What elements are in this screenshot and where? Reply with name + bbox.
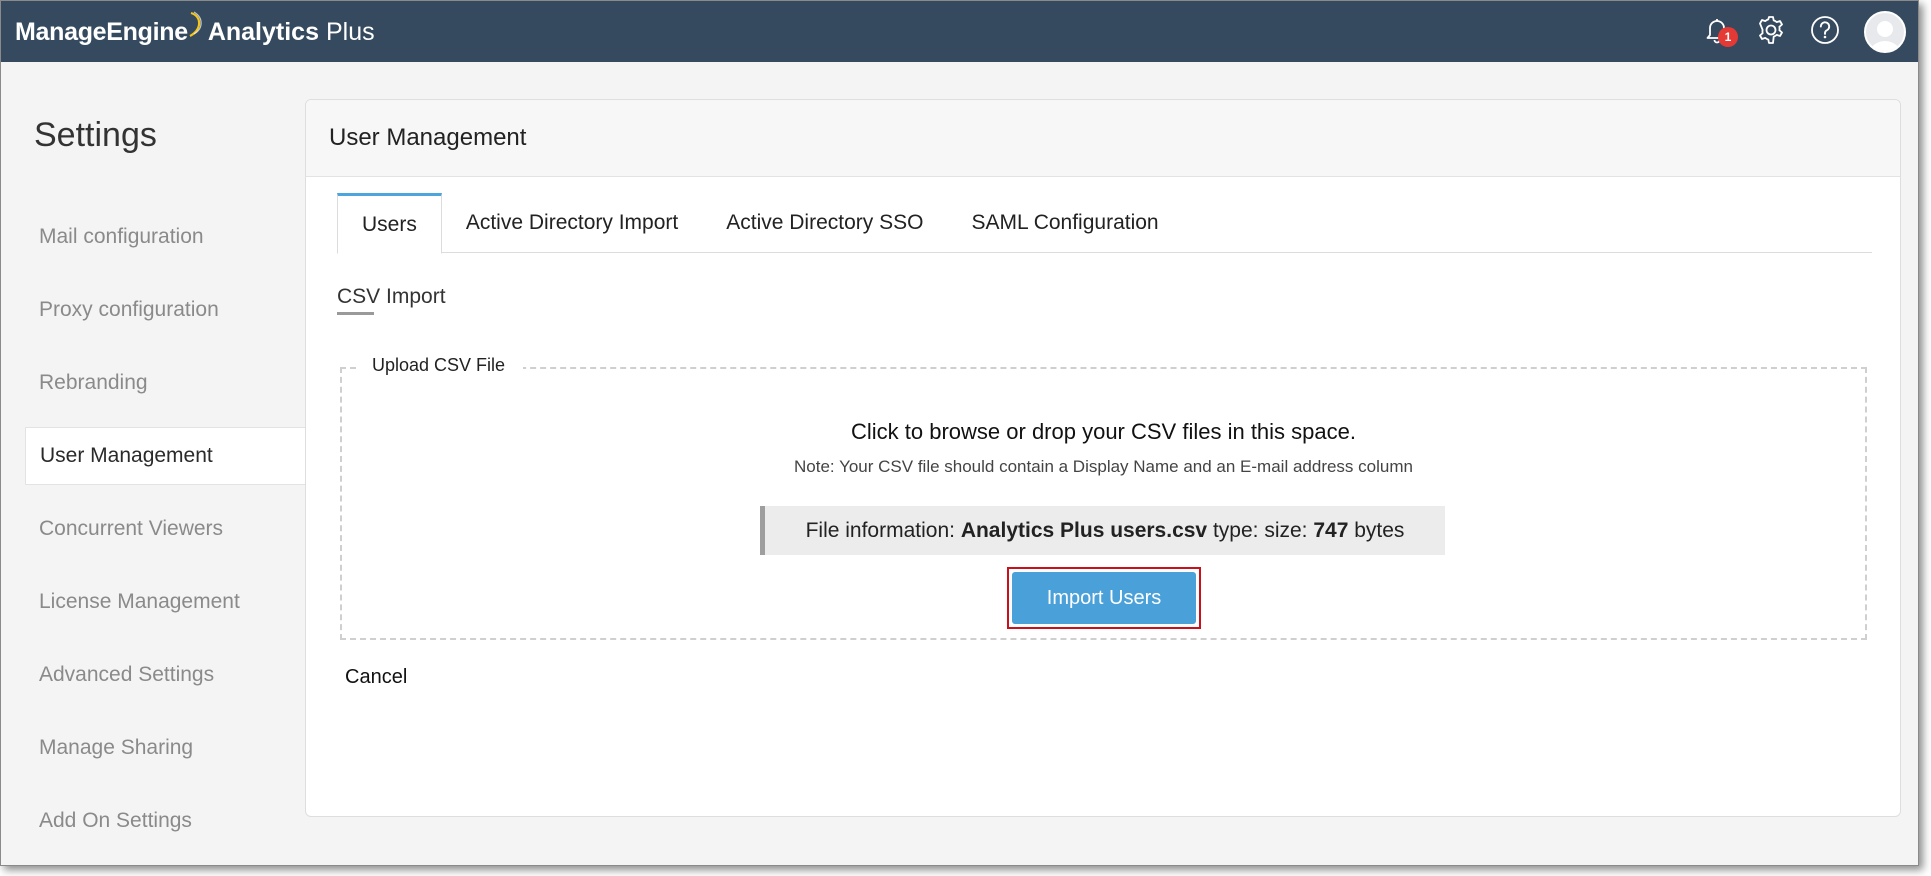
file-size: 747	[1313, 518, 1349, 542]
settings-sidebar: Settings Mail configuration Proxy config…	[1, 62, 305, 865]
page-title: User Management	[306, 100, 1900, 177]
sidebar-item-proxy-configuration[interactable]: Proxy configuration	[25, 281, 305, 339]
upload-instruction: Click to browse or drop your CSV files i…	[851, 419, 1356, 444]
brand-swoosh-icon	[188, 11, 204, 40]
upload-legend: Upload CSV File	[356, 355, 524, 376]
gear-icon	[1755, 14, 1787, 51]
brand-secondary: Analytics	[207, 18, 319, 46]
notification-badge: 1	[1718, 27, 1738, 47]
brand-suffix: Plus	[326, 18, 375, 46]
csv-import-heading: CSV Import	[337, 285, 446, 308]
top-header: ManageEngine Analytics Plus 1	[1, 1, 1918, 62]
app-window: ManageEngine Analytics Plus 1 Settings M…	[0, 0, 1919, 866]
sidebar-item-concurrent-viewers[interactable]: Concurrent Viewers	[25, 500, 305, 558]
sidebar-item-advanced-settings[interactable]: Advanced Settings	[25, 646, 305, 704]
help-icon	[1809, 14, 1841, 51]
file-name: Analytics Plus users.csv	[960, 518, 1208, 542]
tab-active-directory-sso[interactable]: Active Directory SSO	[702, 193, 947, 253]
notifications-button[interactable]: 1	[1696, 11, 1738, 53]
tab-active-directory-import[interactable]: Active Directory Import	[442, 193, 702, 253]
sidebar-item-manage-sharing[interactable]: Manage Sharing	[25, 719, 305, 777]
import-users-highlight: Import Users	[1007, 567, 1201, 629]
user-avatar-icon[interactable]	[1864, 11, 1906, 53]
sidebar-item-add-on-settings[interactable]: Add On Settings	[25, 792, 305, 850]
csv-upload-dropzone[interactable]: Upload CSV File Click to browse or drop …	[340, 355, 1867, 640]
settings-title: Settings	[34, 116, 157, 154]
settings-button[interactable]	[1750, 11, 1792, 53]
tab-bar: Users Active Directory Import Active Dir…	[337, 193, 1872, 254]
file-info-middle: type: size:	[1207, 518, 1314, 542]
brand-primary: ManageEngine	[15, 18, 188, 46]
import-users-button[interactable]: Import Users	[1012, 572, 1196, 624]
header-actions: 1	[1684, 11, 1906, 53]
sidebar-item-rebranding[interactable]: Rebranding	[25, 354, 305, 412]
file-info-suffix: bytes	[1348, 518, 1405, 542]
help-button[interactable]	[1804, 11, 1846, 53]
sidebar-item-mail-configuration[interactable]: Mail configuration	[25, 208, 305, 266]
csv-import-underline	[337, 312, 374, 315]
file-information: File information: Analytics Plus users.c…	[760, 506, 1445, 555]
sidebar-item-license-management[interactable]: License Management	[25, 573, 305, 631]
tab-saml-configuration[interactable]: SAML Configuration	[947, 193, 1182, 253]
tab-users[interactable]: Users	[337, 193, 442, 254]
settings-nav: Mail configuration Proxy configuration R…	[25, 208, 305, 865]
file-info-prefix: File information:	[805, 518, 961, 542]
sidebar-item-user-management[interactable]: User Management	[25, 427, 305, 485]
upload-note: Note: Your CSV file should contain a Dis…	[794, 457, 1413, 476]
cancel-link[interactable]: Cancel	[345, 666, 407, 689]
user-management-panel: User Management Users Active Directory I…	[305, 99, 1901, 817]
brand-logo[interactable]: ManageEngine Analytics Plus	[15, 11, 375, 50]
